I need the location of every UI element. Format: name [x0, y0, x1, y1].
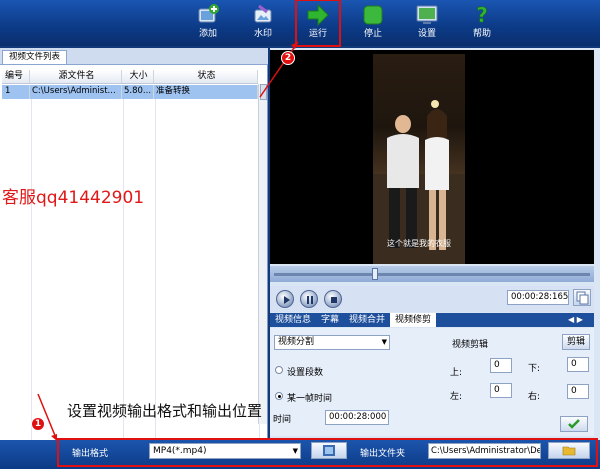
annotation-arrow-1 [37, 393, 57, 439]
step-badge-1: 1 [31, 417, 45, 431]
step-badge-2: 2 [281, 51, 295, 65]
annotation-arrowhead-2 [291, 42, 298, 49]
annotation-arrows [37, 41, 299, 441]
annotation-arrowhead-1 [51, 434, 57, 441]
annotation-arrow-2 [259, 41, 299, 98]
